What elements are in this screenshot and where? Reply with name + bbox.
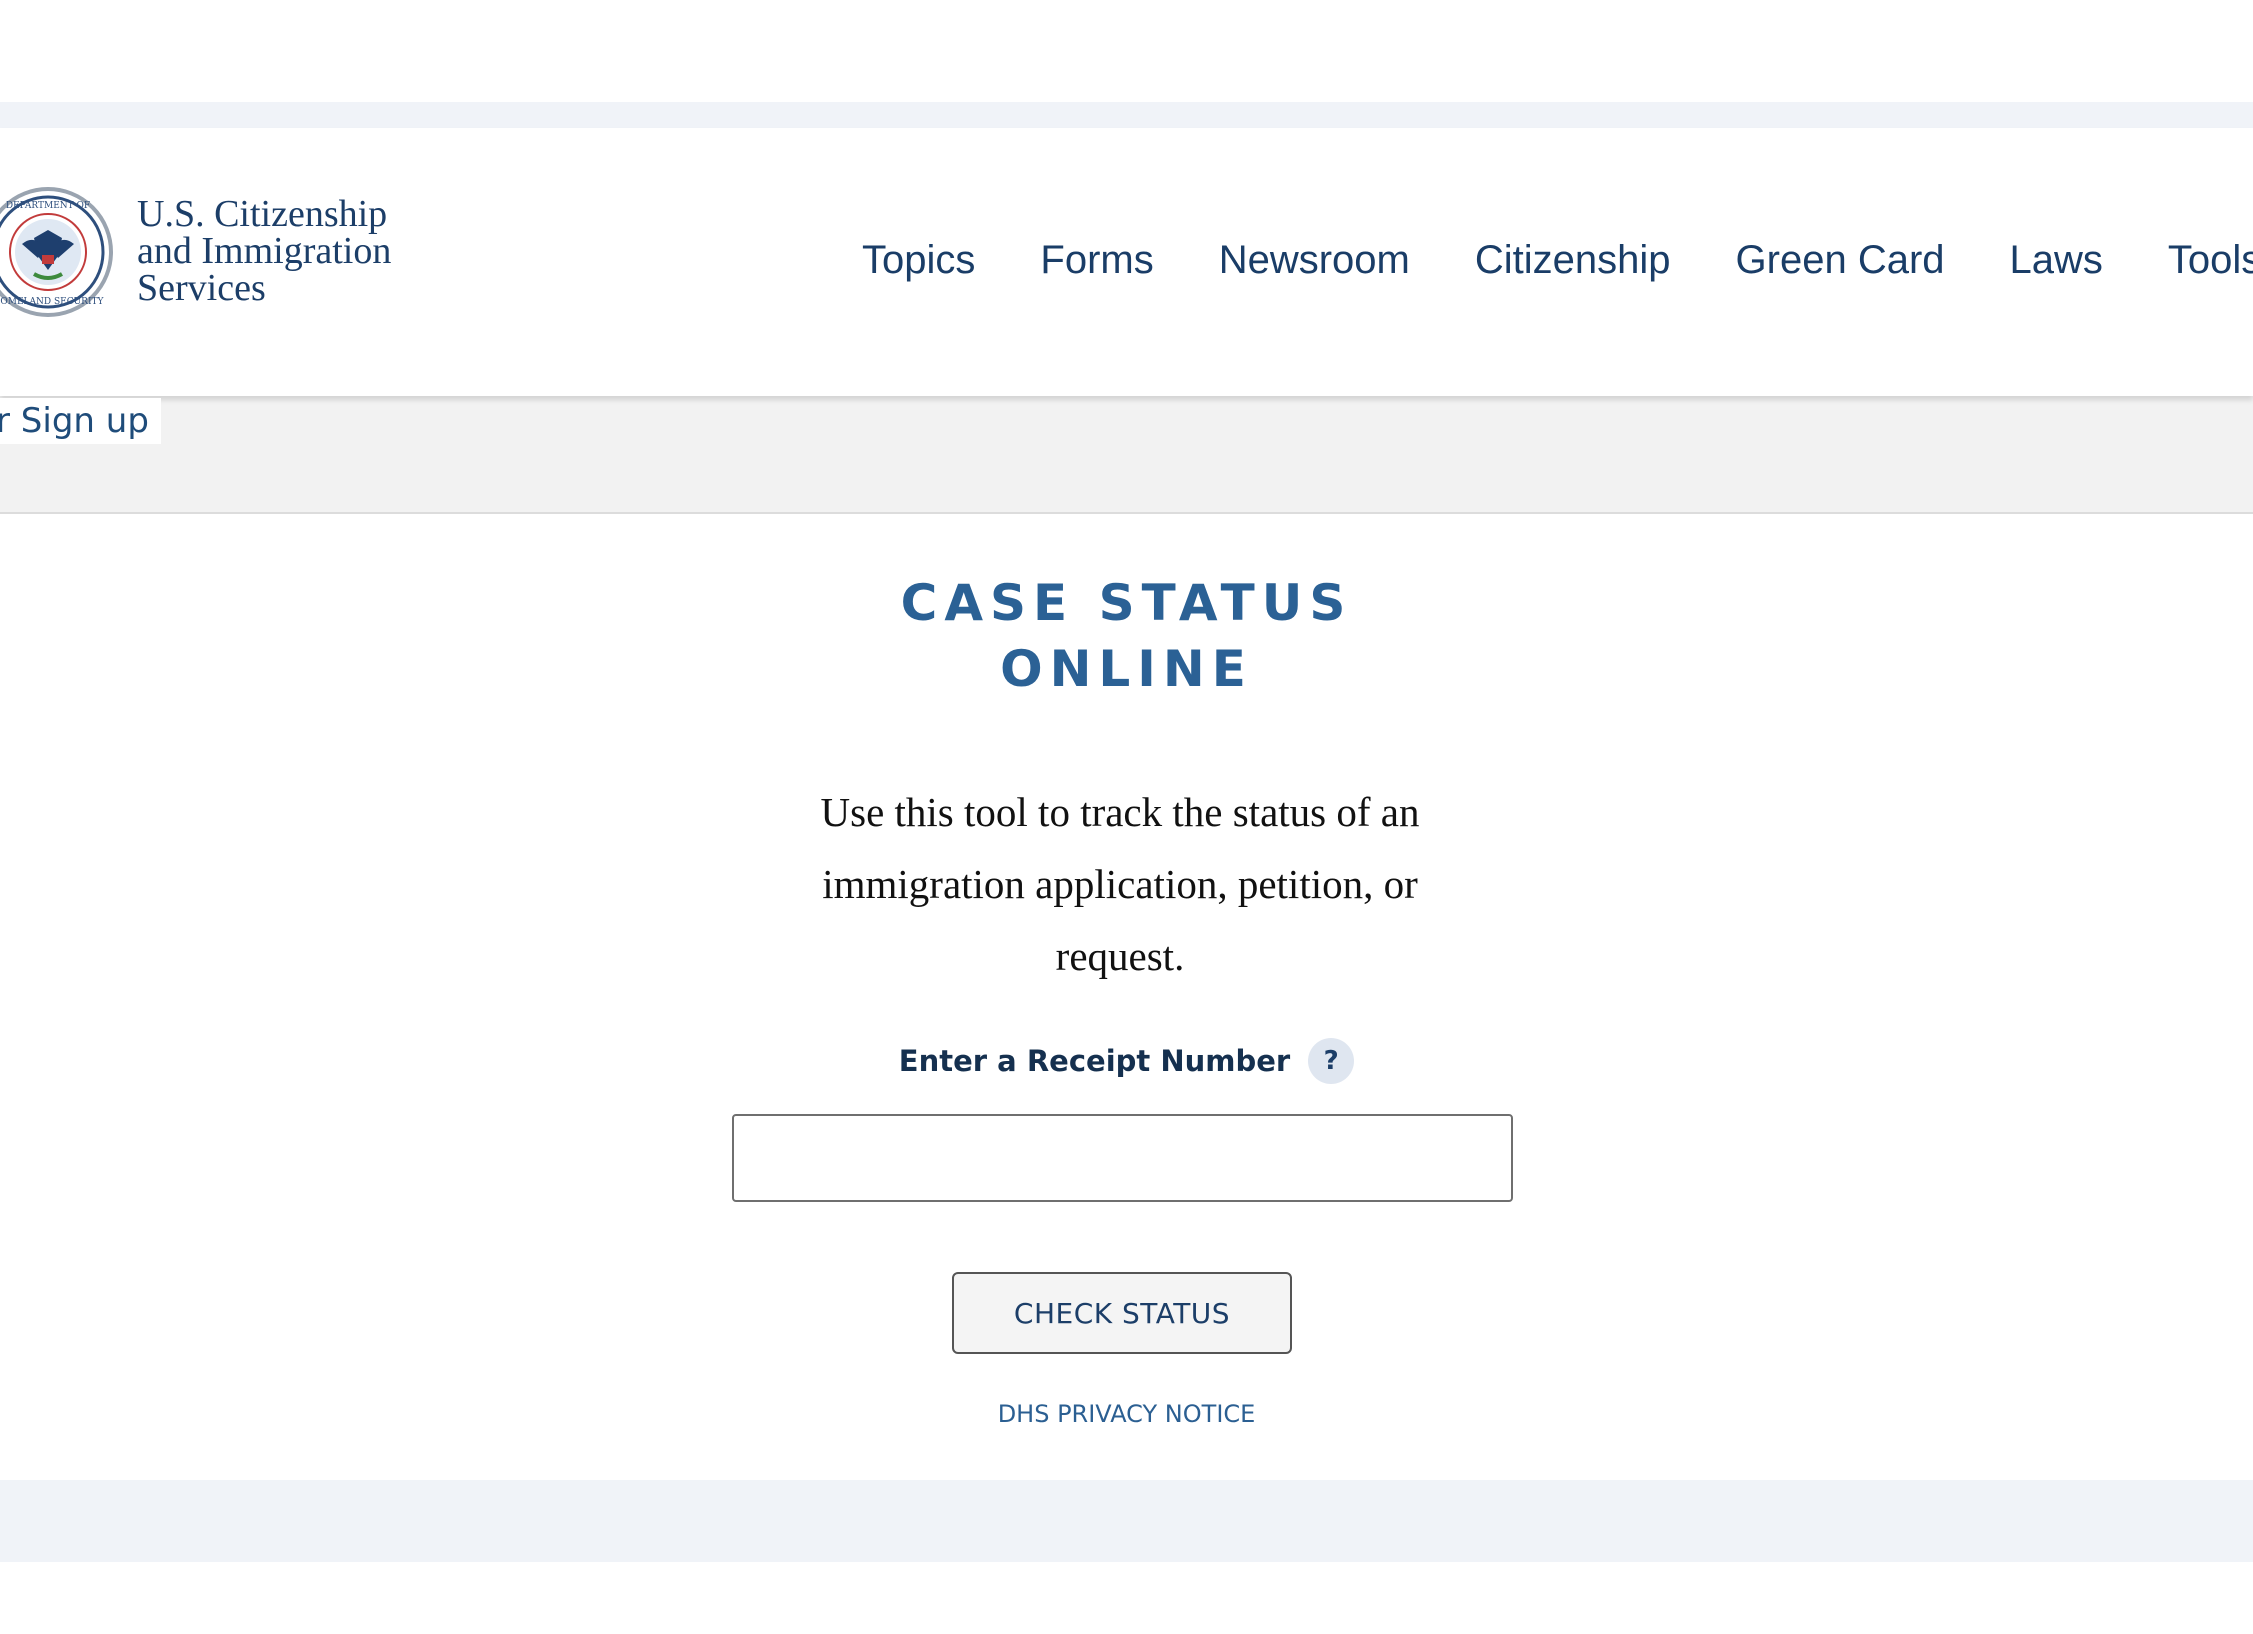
main-nav: Topics Forms Newsroom Citizenship Green … <box>862 232 2253 288</box>
nav-item-newsroom[interactable]: Newsroom <box>1219 238 1410 283</box>
svg-text:HOMELAND SECURITY: HOMELAND SECURITY <box>0 297 105 307</box>
receipt-number-label-text: Enter a Receipt Number <box>898 1044 1291 1078</box>
nav-item-laws[interactable]: Laws <box>2010 238 2103 283</box>
nav-item-topics[interactable]: Topics <box>862 238 975 283</box>
signup-link[interactable]: r Sign up <box>0 398 161 444</box>
nav-item-tools[interactable]: Tools <box>2168 238 2253 283</box>
dhs-seal-icon[interactable]: DEPARTMENT OF HOMELAND SECURITY <box>0 186 114 318</box>
intro-text: Use this tool to track the status of an … <box>820 789 1420 979</box>
signup-label: Sign up <box>20 401 149 441</box>
nav-item-forms[interactable]: Forms <box>1040 238 1153 283</box>
page-title-line: CASE STATUS <box>900 574 1353 632</box>
check-status-button[interactable]: CHECK STATUS <box>952 1272 1292 1354</box>
top-whitespace <box>0 0 2253 102</box>
nav-item-citizenship[interactable]: Citizenship <box>1475 238 1671 283</box>
privacy-notice-link[interactable]: DHS PRIVACY NOTICE <box>998 1400 1256 1428</box>
nav-item-green-card[interactable]: Green Card <box>1736 238 1945 283</box>
agency-name[interactable]: U.S. Citizenship and Immigration Service… <box>137 193 392 309</box>
svg-text:DEPARTMENT OF: DEPARTMENT OF <box>6 201 90 211</box>
account-bar <box>0 396 2253 514</box>
agency-name-line: Services <box>137 267 266 309</box>
privacy-notice: DHS PRIVACY NOTICE <box>0 1398 2253 1430</box>
receipt-number-label: Enter a Receipt Number? <box>0 1035 2253 1085</box>
account-bar-cut-text: r <box>0 401 10 441</box>
help-question-icon[interactable]: ? <box>1308 1038 1355 1084</box>
page-title: CASE STATUS ONLINE <box>0 570 2253 702</box>
receipt-number-input[interactable] <box>732 1114 1513 1202</box>
agency-name-line: U.S. Citizenship <box>137 193 388 235</box>
footer-strip <box>0 1480 2253 1562</box>
page-title-line: ONLINE <box>1000 640 1253 698</box>
top-banner-strip <box>0 102 2253 128</box>
agency-name-line: and Immigration <box>137 230 392 272</box>
